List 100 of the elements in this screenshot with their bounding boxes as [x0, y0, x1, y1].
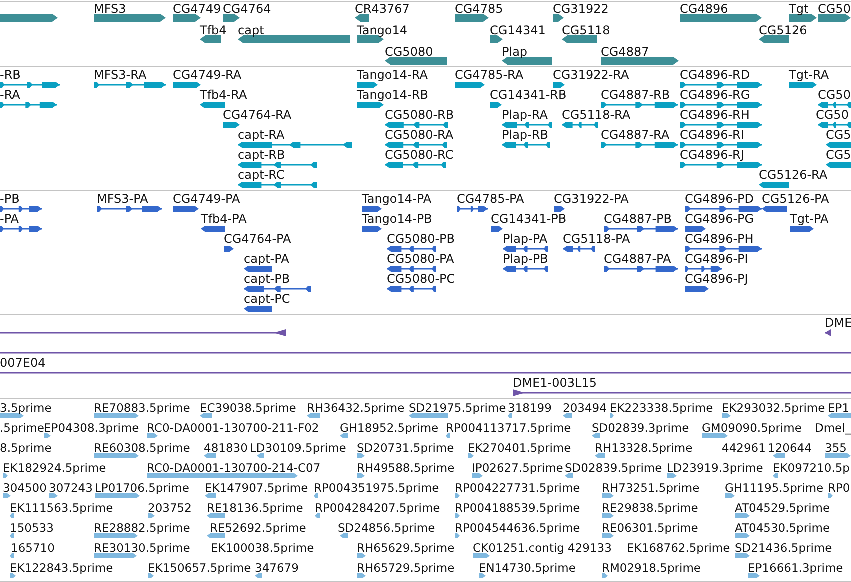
feature-label: Tango14-RA	[357, 68, 428, 82]
feature-label: CG5118-PA	[563, 232, 630, 246]
feature-label: RP0	[828, 481, 850, 495]
feature-label: CG4896-PI	[685, 252, 748, 266]
feature-label: CG5080	[385, 45, 434, 59]
feature-label: Tgt-PA	[790, 212, 829, 226]
feature-label: CG4896-RG	[680, 88, 750, 102]
feature-label: Tfb4	[200, 24, 227, 38]
feature-label: CG4764	[223, 2, 272, 16]
feature-label: CG4896-RI	[680, 128, 744, 142]
feature-label: MFS3-RA	[94, 68, 147, 82]
feature-label: CG14341-RB	[490, 88, 567, 102]
feature-label: RE30130.5prime	[94, 541, 190, 555]
feature-label: Tango14-PB	[362, 212, 432, 226]
feature-label: EN14730.5prime	[479, 561, 576, 575]
feature-label: capt-PB	[244, 272, 290, 286]
feature-label: EK122843.5prime	[10, 561, 114, 575]
feature-label: Tango14-PA	[362, 192, 432, 206]
feature-label: CG5080-PA	[387, 252, 454, 266]
feature-label: capt-PA	[244, 252, 290, 266]
feature-label: LD23919.3prime	[667, 461, 764, 475]
feature-label: RE06301.5prime	[602, 521, 698, 535]
feature-label: RM02918.5prime	[602, 561, 701, 575]
feature-label: capt-PC	[244, 292, 290, 306]
feature-label: GH11195.5prime	[725, 481, 824, 495]
feature-label: CG4896-PH	[685, 232, 754, 246]
feature-label: RC0-DA0001-130700-214-C07	[147, 461, 321, 475]
feature-label: CR43767	[355, 2, 410, 16]
feature-label: RH65629.5prime	[357, 541, 455, 555]
feature-label: GH18952.5prime	[340, 421, 439, 435]
feature-label: DME1-003L15	[513, 376, 597, 390]
feature-label: CG4896-PJ	[685, 272, 748, 286]
feature-label: CG4896-RJ	[680, 148, 744, 162]
feature-label: RP004227731.5prime	[455, 481, 580, 495]
feature-label: RH73251.5prime	[602, 481, 700, 495]
feature-label: SD21436.5prime	[735, 541, 832, 555]
feature-label: CG4785-RA	[455, 68, 524, 82]
feature-label: CG5	[826, 128, 851, 142]
feature-label: CG50	[816, 108, 849, 122]
feature-label: CG5126-PA	[762, 192, 830, 206]
feature-label: CG4887-PA	[604, 252, 672, 266]
feature-label: RE29838.5prime	[602, 501, 698, 515]
feature-label: CG4749-PA	[173, 192, 240, 206]
feature-label: 442961	[722, 441, 766, 455]
feature-label: CG5080-RB	[385, 108, 454, 122]
feature-label: EK111563.5prime	[10, 501, 114, 515]
feature-label: Tango14-RB	[357, 88, 428, 102]
feature-label: RE60308.5prime	[94, 441, 190, 455]
feature-label: CG14341	[490, 24, 546, 38]
feature-label: capt-RA	[238, 128, 285, 142]
feature-label: RP004284207.5prime	[315, 501, 440, 515]
feature-label: CG4896	[680, 2, 728, 16]
feature-label: Tfb4-PA	[201, 212, 247, 226]
feature-label: CG4887	[601, 45, 650, 59]
feature-label: EK293032.5prime	[722, 401, 826, 415]
feature-label: CG5080-RC	[385, 148, 454, 162]
feature-label: Plap-PB	[503, 252, 548, 266]
feature-label: Dmel_	[815, 421, 851, 435]
feature-label: CG5118	[562, 24, 610, 38]
feature-label: capt-RB	[238, 148, 286, 162]
feature-label: RE52692.5prime	[210, 521, 306, 535]
feature-label: 120644	[768, 441, 812, 455]
feature-label: RH65729.5prime	[357, 561, 455, 575]
feature-label: CG50	[818, 88, 851, 102]
feature-label: Tgt	[789, 2, 809, 16]
feature-label: Plap-RA	[502, 108, 548, 122]
feature-label: EK097210.5p	[773, 461, 850, 475]
feature-label: 203494	[563, 401, 607, 415]
feature-label: EC39038.5prime	[200, 401, 296, 415]
feature-label: 007E04	[0, 356, 46, 370]
feature-label: -RA	[0, 88, 20, 102]
feature-label: EK147907.5prime	[205, 481, 308, 495]
feature-label: RC0-DA0001-130700-211-F02	[147, 421, 320, 435]
feature-label: 307243	[49, 481, 93, 495]
feature-label: Plap-RB	[502, 128, 548, 142]
feature-label: LD30109.5prime	[250, 441, 346, 455]
feature-label: 304500	[3, 481, 47, 495]
feature-label: SD02839.5prime	[565, 461, 662, 475]
feature-label: RE28882.5prime	[94, 521, 190, 535]
feature-label: CK01251.contig	[473, 541, 564, 555]
feature-label: CG4896-RH	[680, 108, 750, 122]
feature-label: EK100038.5prime	[211, 541, 314, 555]
feature-label: 203752	[148, 501, 192, 515]
feature-label: Tango14	[357, 24, 408, 38]
feature-label: MFS3-PA	[97, 192, 148, 206]
feature-label: CG4764-PA	[224, 232, 292, 246]
feature-label: CG50	[818, 2, 851, 16]
feature-label: .5prime	[0, 421, 44, 435]
feature-label: CG4896-PD	[685, 192, 754, 206]
feature-label: AT04529.5prime	[735, 501, 830, 515]
feature-label: CG4749-RA	[173, 68, 242, 82]
feature-label: CG31922-RA	[553, 68, 630, 82]
feature-label: RH49588.5prime	[357, 461, 455, 475]
feature-label: RH36432.5prime	[307, 401, 405, 415]
feature-label: MFS3	[94, 2, 126, 16]
feature-label: EK270401.5prime	[468, 441, 572, 455]
feature-label: 355	[825, 441, 847, 455]
feature-label: SD02839.3prime	[592, 421, 690, 435]
feature-label: RP004544636.5prime	[455, 521, 580, 535]
feature-label: EK223338.5prime	[610, 401, 714, 415]
